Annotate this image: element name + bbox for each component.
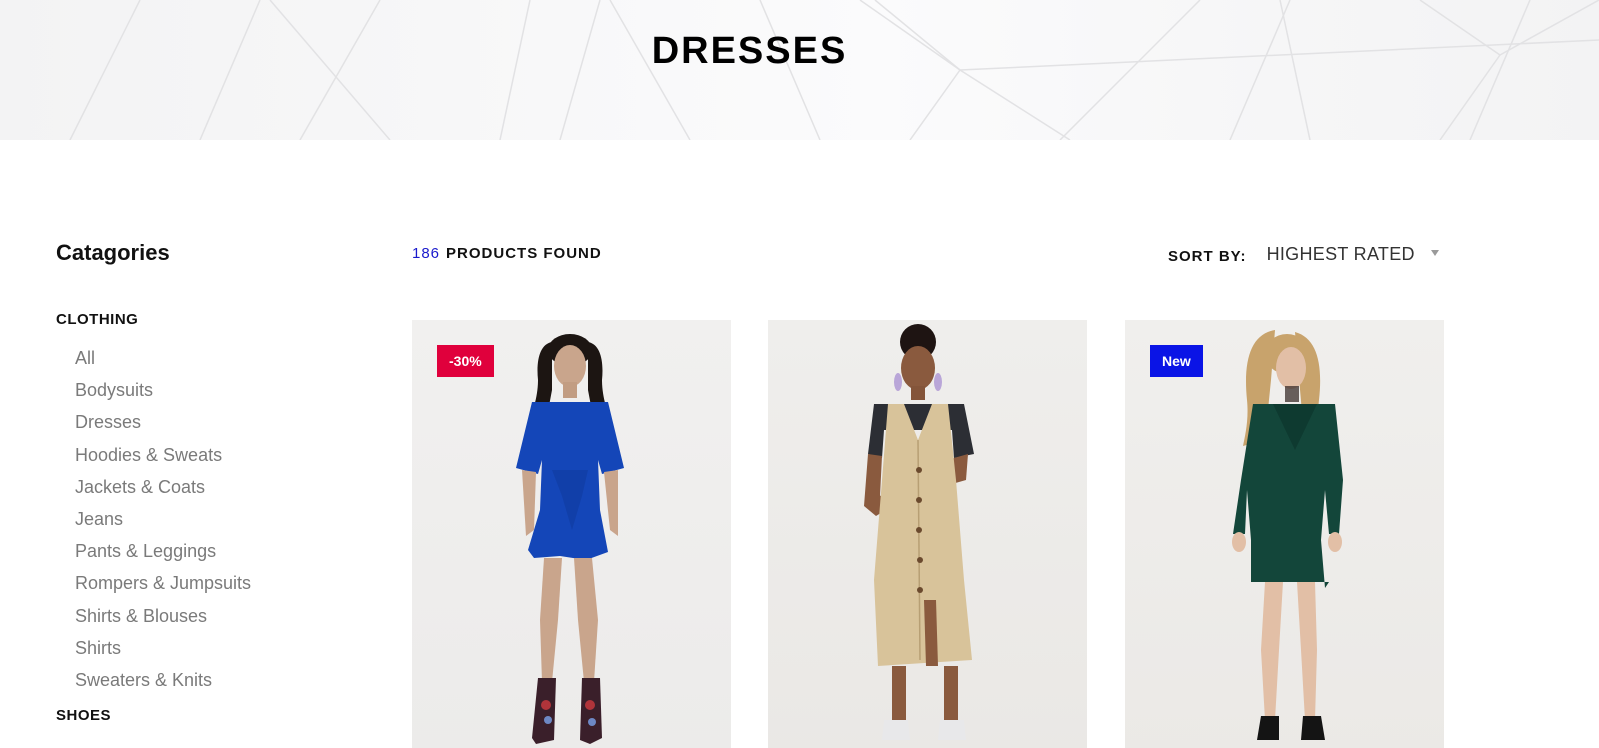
category-group-shoes[interactable]: SHOES	[56, 706, 356, 726]
sort-label: SORT BY:	[1168, 247, 1247, 265]
category-item-sweaters-knits[interactable]: Sweaters & Knits	[75, 664, 356, 696]
category-item-shirts-blouses[interactable]: Shirts & Blouses	[75, 600, 356, 632]
product-image	[516, 334, 624, 744]
page-title: DRESSES	[651, 30, 848, 72]
page: DRESSES Catagories CLOTHING All Bodysuit…	[0, 0, 1599, 748]
sort-control: SORT BY: HIGHEST RATED	[1168, 240, 1439, 268]
category-item-dresses[interactable]: Dresses	[75, 406, 356, 438]
sort-dropdown[interactable]: HIGHEST RATED	[1267, 244, 1439, 265]
results-count: 186 PRODUCTS FOUND	[412, 245, 602, 262]
product-grid: -30% New	[412, 320, 1447, 748]
category-group-clothing[interactable]: CLOTHING	[56, 310, 356, 330]
category-item-pants-leggings[interactable]: Pants & Leggings	[75, 535, 356, 567]
chevron-down-icon	[1430, 250, 1439, 256]
category-item-rompers-jumpsuits[interactable]: Rompers & Jumpsuits	[75, 567, 356, 599]
product-card[interactable]: New	[1125, 320, 1444, 748]
category-item-shirts[interactable]: Shirts	[75, 632, 356, 664]
product-image	[1232, 330, 1343, 740]
hero-banner: DRESSES	[0, 0, 1599, 140]
product-count: 186	[412, 245, 441, 262]
product-card[interactable]	[768, 320, 1087, 748]
sort-selected-value: HIGHEST RATED	[1266, 243, 1415, 264]
category-item-bodysuits[interactable]: Bodysuits	[75, 374, 356, 406]
sidebar-title: Catagories	[56, 240, 170, 265]
category-item-hoodies-sweats[interactable]: Hoodies & Sweats	[75, 439, 356, 471]
category-item-all[interactable]: All	[75, 342, 356, 374]
product-card[interactable]: -30%	[412, 320, 731, 748]
category-sidebar: Catagories CLOTHING All Bodysuits Dresse…	[56, 238, 356, 726]
new-badge: New	[1150, 345, 1203, 377]
product-image	[864, 324, 974, 740]
category-item-jackets-coats[interactable]: Jackets & Coats	[75, 471, 356, 503]
category-item-jeans[interactable]: Jeans	[75, 503, 356, 535]
discount-badge: -30%	[437, 345, 494, 377]
clothing-category-list: All Bodysuits Dresses Hoodies & Sweats J…	[56, 342, 356, 696]
products-found-label: PRODUCTS FOUND	[446, 245, 602, 262]
